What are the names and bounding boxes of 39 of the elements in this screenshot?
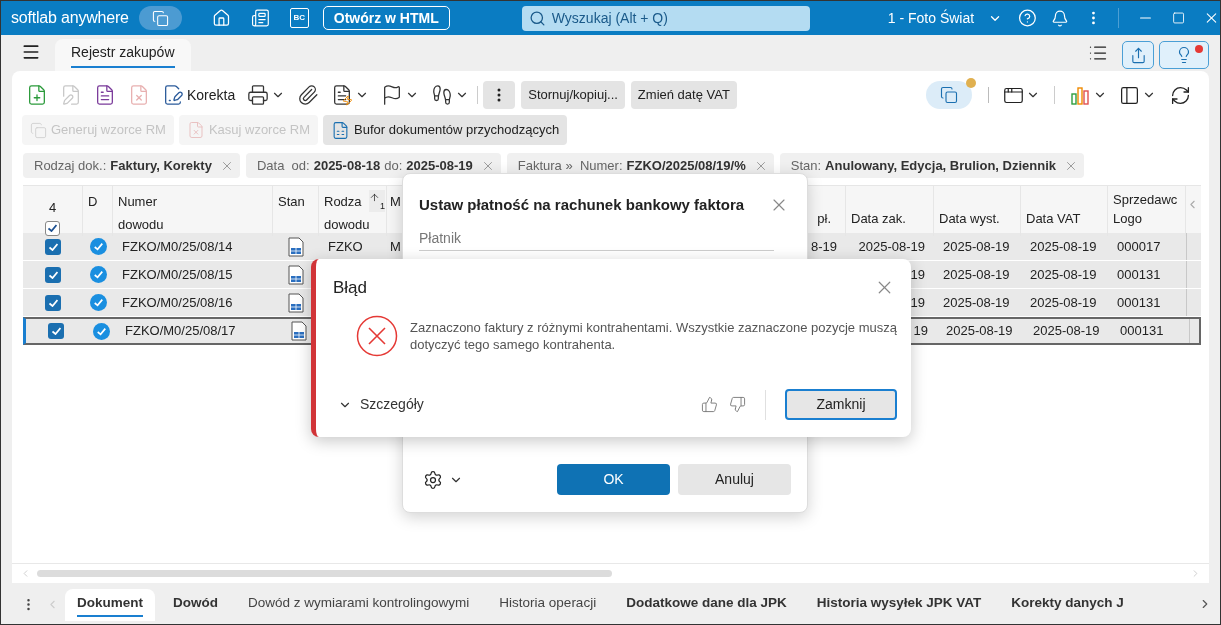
table-cell: 2025-08-19 — [1030, 294, 1097, 310]
table-cell: 2025-08-19 — [946, 323, 1013, 339]
table-cell: 8-19 — [810, 238, 837, 254]
table-cell: FZKO — [328, 238, 363, 254]
table-cell: 2025-08-19 — [858, 238, 925, 254]
table-cell: 19 — [910, 294, 925, 310]
table-cell: FZKO/M0/25/08/15 — [122, 266, 233, 282]
table-cell: FZKO/M0/25/08/17 — [125, 323, 236, 339]
table-cell: FZKO/M0/25/08/14 — [122, 238, 233, 254]
filter-label: Stan: — [790, 156, 822, 175]
sort-rank: 1 — [380, 200, 385, 213]
table-cell: 000017 — [1117, 238, 1161, 254]
table-cell: 19 — [913, 323, 928, 339]
brand-name: softlab anywhere — [11, 8, 129, 28]
selected-count: 4 — [48, 199, 57, 217]
filter-value: 2025-08-18 — [313, 156, 381, 175]
filter-value: FZKO/2025/08/19/% — [626, 156, 746, 175]
table-cell: 2025-08-19 — [1030, 238, 1097, 254]
table-cell: 000131 — [1120, 323, 1164, 339]
table-cell: 2025-08-19 — [943, 266, 1010, 282]
table-cell: 19 — [910, 266, 925, 282]
dialog-title: Ustaw płatność na rachunek bankowy faktora — [419, 195, 745, 215]
table-cell: 2025-08-19 — [1033, 323, 1100, 339]
table-cell: 000131 — [1117, 294, 1161, 310]
filter-label: do: — [384, 156, 403, 175]
dialog-title: Błąd — [333, 277, 368, 299]
filter-label: Data od: — [256, 156, 310, 175]
table-cell: 2025-08-19 — [1030, 266, 1097, 282]
table-cell: FZKO/M0/25/08/16 — [122, 294, 233, 310]
filter-value: 2025-08-19 — [406, 156, 473, 175]
table-cell: 2025-08-19 — [943, 238, 1010, 254]
filter-value: Anulowany, Edycja, Brulion, Dziennik — [825, 156, 1056, 175]
column-group-header: Sprzedawc — [1113, 191, 1178, 209]
table-cell: 2025-08-19 — [943, 294, 1010, 310]
table-cell: 000131 — [1117, 266, 1161, 282]
filter-value: Faktury, Korekty — [110, 156, 212, 175]
filter-label: Faktura » Numer: — [517, 156, 623, 175]
table-cell: M — [390, 238, 401, 254]
filter-label: Rodzaj dok.: — [34, 156, 107, 175]
